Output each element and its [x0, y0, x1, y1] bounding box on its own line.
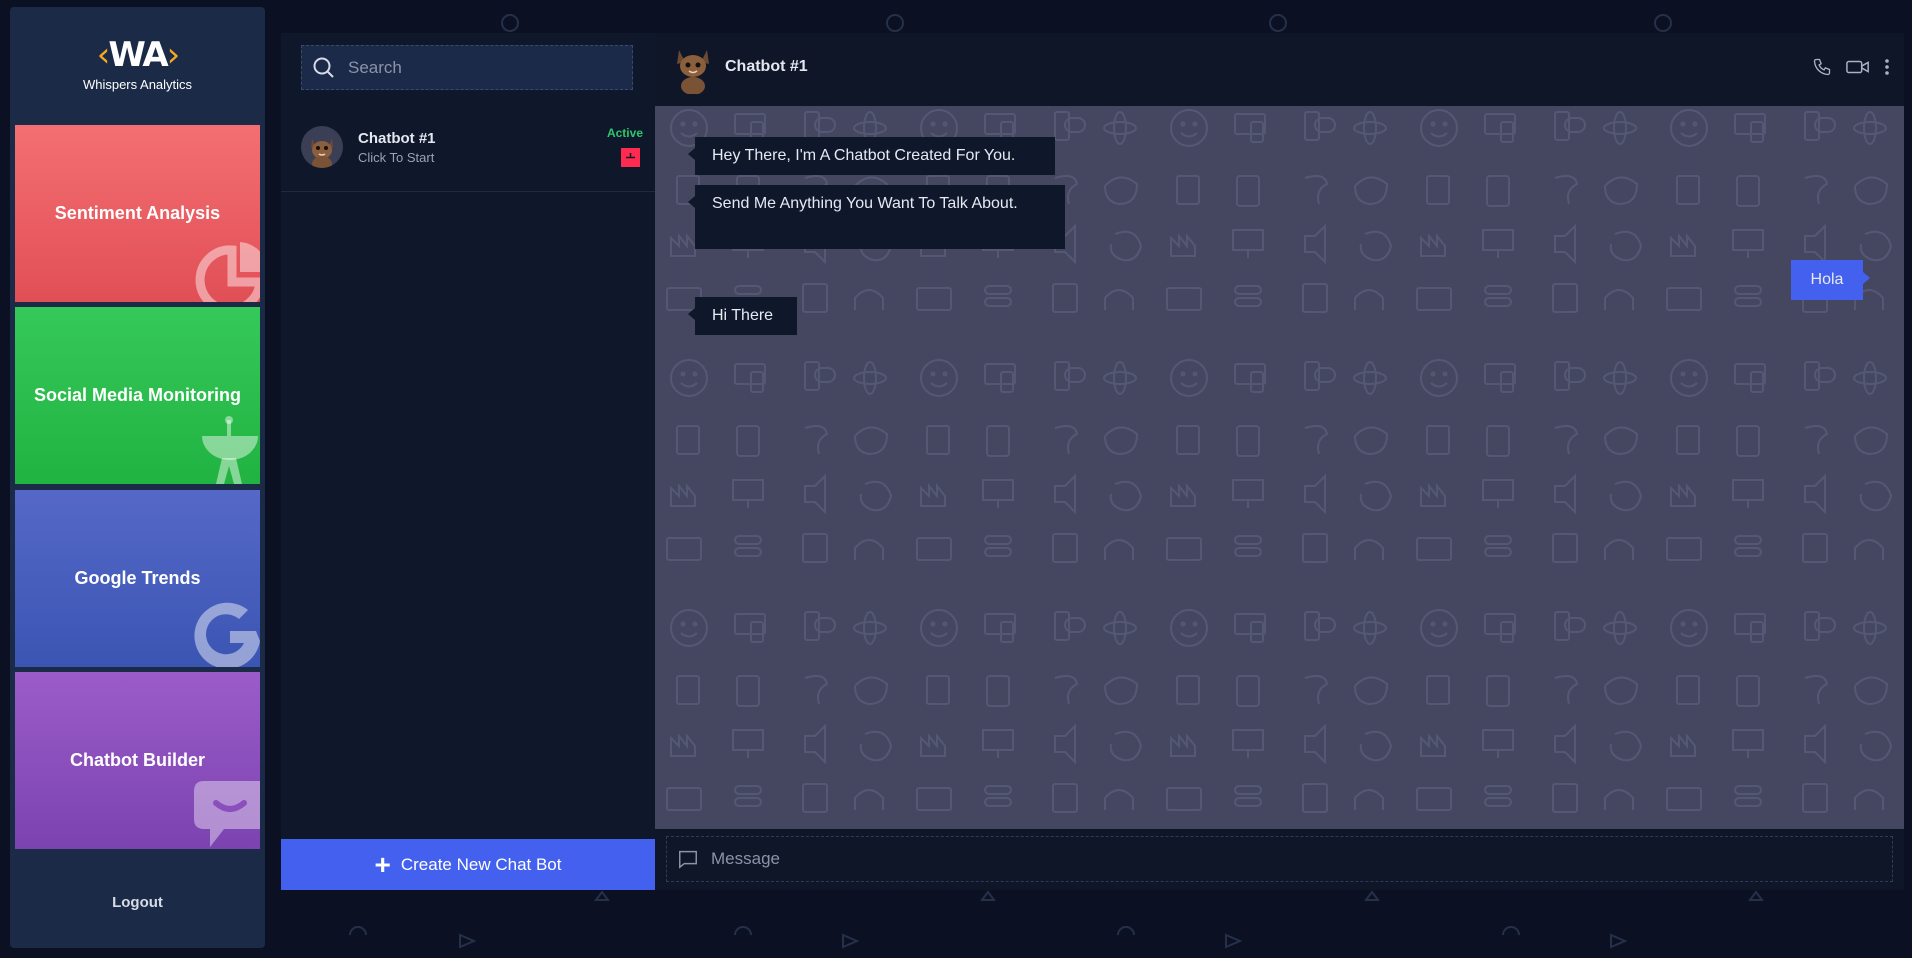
nav-card-label: Google Trends	[74, 568, 201, 588]
message-bubble-user: Hola	[1791, 260, 1870, 300]
chat-item-name: Chatbot #1	[358, 130, 436, 147]
nav-card-sentiment-analysis[interactable]: Sentiment Analysis	[15, 125, 260, 302]
side-nav: ‹WA› Whispers Analytics Sentiment Analys…	[10, 7, 265, 948]
chatbot-avatar	[301, 126, 343, 168]
nav-card-social-media-monitoring[interactable]: Social Media Monitoring	[15, 307, 260, 484]
status-badge: Active	[606, 126, 643, 140]
message-input[interactable]	[709, 848, 1863, 870]
message-bubble-bot: Send Me Anything You Want To Talk About.	[688, 185, 1065, 249]
conversation-panel: Chatbot #1 Hey There, I'm A Chatbot Crea…	[655, 33, 1904, 890]
google-g-icon	[194, 602, 260, 667]
search-box	[301, 45, 633, 90]
phone-icon[interactable]	[1812, 57, 1832, 82]
satellite-dish-icon	[202, 416, 258, 484]
cat-avatar-icon	[301, 126, 343, 168]
chat-app: Chatbot #1 Click To Start Active + Creat…	[281, 33, 1904, 890]
chat-list-item[interactable]: Chatbot #1 Click To Start Active	[281, 117, 655, 192]
logo-mark: WA	[108, 35, 168, 75]
logout-button[interactable]: Logout	[10, 894, 265, 911]
plus-icon: +	[374, 848, 391, 880]
message-area: Hey There, I'm A Chatbot Created For You…	[655, 106, 1904, 829]
message-bubble-bot: Hey There, I'm A Chatbot Created For You…	[688, 137, 1055, 175]
logo: ‹WA› Whispers Analytics	[10, 35, 265, 92]
message-icon	[679, 850, 697, 869]
conversation-header: Chatbot #1	[655, 33, 1904, 107]
video-icon[interactable]	[1846, 57, 1870, 82]
nav-card-chatbot-builder[interactable]: Chatbot Builder	[15, 672, 260, 849]
nav-card-google-trends[interactable]: Google Trends	[15, 490, 260, 667]
search-icon	[313, 57, 334, 78]
message-composer	[655, 829, 1904, 890]
chat-bubble-icon	[194, 781, 260, 847]
delete-badge-icon[interactable]	[621, 148, 640, 167]
message-bubble-bot: Hi There	[688, 297, 797, 335]
header-actions	[1812, 57, 1904, 82]
more-vertical-icon[interactable]	[1884, 57, 1890, 82]
nav-card-label: Chatbot Builder	[70, 750, 205, 770]
create-chatbot-label: Create New Chat Bot	[400, 854, 562, 874]
search-input[interactable]	[346, 56, 620, 79]
brand-name: Whispers Analytics	[82, 77, 193, 92]
pie-chart-icon	[195, 242, 260, 302]
create-chatbot-button[interactable]: + Create New Chat Bot	[281, 839, 655, 890]
chat-list-panel: Chatbot #1 Click To Start Active + Creat…	[281, 33, 655, 890]
message-box	[666, 836, 1893, 882]
nav-card-label: Social Media Monitoring	[33, 385, 241, 405]
conversation-title: Chatbot #1	[725, 58, 808, 75]
chat-item-subtitle: Click To Start	[358, 150, 435, 165]
nav-card-label: Sentiment Analysis	[54, 203, 221, 223]
cat-avatar-icon	[677, 50, 709, 94]
